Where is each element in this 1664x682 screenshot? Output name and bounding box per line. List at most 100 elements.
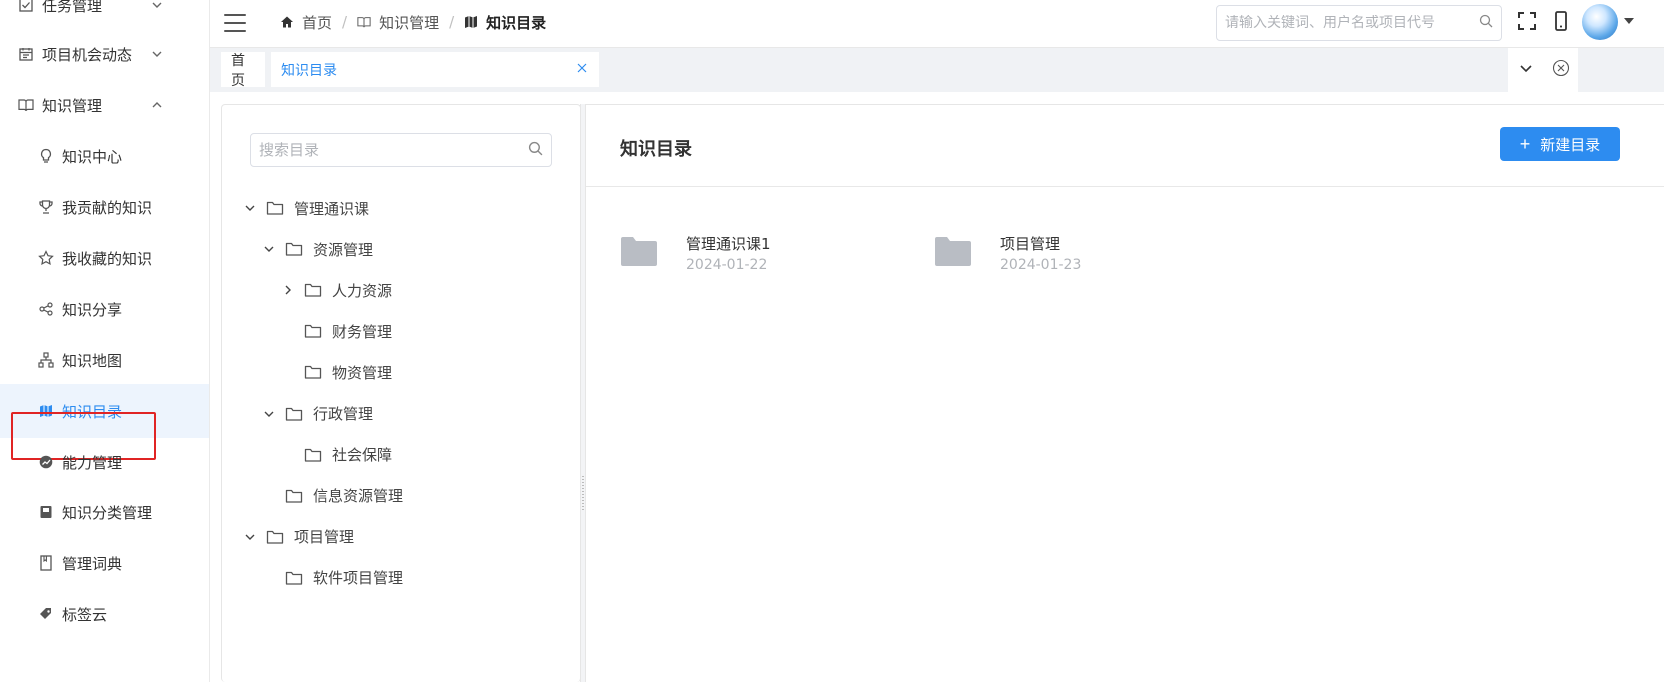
- breadcrumb-knowledge-management[interactable]: 知识管理: [357, 12, 439, 33]
- sidebar-item-my-favorites[interactable]: 我收藏的知识: [0, 231, 209, 285]
- tree-node-label: 人力资源: [332, 281, 393, 300]
- close-icon[interactable]: [575, 61, 589, 75]
- folder-icon: [285, 406, 303, 422]
- tree-node[interactable]: 财务管理: [282, 317, 392, 345]
- tree-node[interactable]: 人力资源: [282, 276, 392, 304]
- folder-icon: [304, 282, 322, 298]
- tree-node-label: 资源管理: [313, 240, 374, 259]
- search-icon[interactable]: [528, 141, 543, 160]
- dictionary-icon: [38, 555, 54, 571]
- breadcrumb-current: 知识目录: [464, 12, 546, 33]
- folder-icon: [620, 235, 658, 267]
- top-header: 首页 / 知识管理 / 知识目录: [210, 0, 1664, 48]
- checkbox-icon: [18, 0, 34, 13]
- directory-card[interactable]: 项目管理 2024-01-23: [934, 223, 1254, 279]
- global-search-input[interactable]: [1225, 15, 1479, 31]
- sidebar-item-label: 任务管理: [42, 0, 103, 15]
- breadcrumb: 首页 / 知识管理 / 知识目录: [280, 0, 546, 44]
- directory-date: 2024-01-23: [1000, 257, 1082, 273]
- trophy-icon: [38, 199, 54, 215]
- close-all-tabs-button[interactable]: [1544, 48, 1578, 92]
- sidebar-item-category-management[interactable]: 知识分类管理: [0, 485, 209, 539]
- sidebar-item-label: 项目机会动态: [42, 45, 133, 64]
- breadcrumb-home[interactable]: 首页: [280, 12, 332, 33]
- chevron-down-icon[interactable]: [263, 408, 275, 420]
- sidebar-item-label: 标签云: [62, 605, 108, 624]
- tree-node-label: 管理通识课: [294, 199, 370, 218]
- tree-node[interactable]: 资源管理: [263, 235, 373, 263]
- sidebar-item-label: 知识目录: [62, 402, 123, 421]
- sidebar-item-knowledge-share[interactable]: 知识分享: [0, 282, 209, 336]
- tree-search: [250, 133, 552, 167]
- folder-icon: [285, 241, 303, 257]
- folder-icon: [934, 235, 972, 267]
- avatar[interactable]: [1582, 4, 1618, 40]
- breadcrumb-separator: /: [342, 13, 348, 31]
- tree-node[interactable]: 项目管理: [244, 523, 354, 551]
- folder-icon: [285, 488, 303, 504]
- caret-down-icon[interactable]: [1624, 18, 1634, 24]
- home-icon: [280, 15, 294, 29]
- sidebar-item-tag-cloud[interactable]: 标签云: [0, 587, 209, 641]
- chevron-down-icon: [150, 47, 164, 61]
- directory-name: 项目管理: [1000, 235, 1061, 253]
- sidebar-item-my-contributions[interactable]: 我贡献的知识: [0, 180, 209, 234]
- page-title: 知识目录: [620, 139, 692, 160]
- search-icon[interactable]: [1479, 14, 1493, 32]
- sitemap-icon: [38, 352, 54, 368]
- sidebar-item-knowledge-management[interactable]: 知识管理: [0, 78, 209, 132]
- sidebar-item-label: 能力管理: [62, 453, 123, 472]
- tabs-bar: 首页 知识目录: [210, 48, 1664, 92]
- lightbulb-icon: [38, 148, 54, 164]
- folder-icon: [304, 323, 322, 339]
- tab-knowledge-catalog[interactable]: 知识目录: [271, 52, 599, 87]
- share-icon: [38, 301, 54, 317]
- sidebar-item-capability-management[interactable]: 能力管理: [0, 435, 209, 489]
- chevron-up-icon: [150, 98, 164, 112]
- sidebar-item-label: 知识分类管理: [62, 503, 153, 522]
- sidebar-item-knowledge-center[interactable]: 知识中心: [0, 129, 209, 183]
- chevron-right-icon[interactable]: [282, 284, 294, 296]
- tree-node[interactable]: 管理通识课: [244, 194, 369, 222]
- folder-icon: [266, 200, 284, 216]
- fullscreen-icon[interactable]: [1516, 10, 1538, 32]
- tree-node-label: 行政管理: [313, 405, 374, 423]
- tab-home[interactable]: 首页: [221, 52, 265, 89]
- chevron-down-icon[interactable]: [244, 531, 256, 543]
- folder-icon: [285, 570, 303, 586]
- global-search: [1216, 5, 1502, 41]
- tree-node[interactable]: 信息资源管理: [263, 482, 403, 510]
- sidebar-item-label: 我收藏的知识: [62, 249, 153, 268]
- menu-toggle-icon[interactable]: [224, 12, 248, 34]
- content-header: 知识目录 + 新建目录: [586, 105, 1664, 187]
- directory-card[interactable]: 管理通识课1 2024-01-22: [620, 223, 940, 279]
- sidebar-item-label: 知识管理: [42, 96, 103, 115]
- map-icon: [38, 403, 54, 419]
- tree-node[interactable]: 软件项目管理: [263, 564, 403, 592]
- sidebar-item-project-opportunity[interactable]: 项目机会动态: [0, 27, 209, 81]
- tabs-dropdown-button[interactable]: [1508, 48, 1544, 92]
- plus-icon: +: [1519, 134, 1531, 154]
- tag-icon: [38, 606, 54, 622]
- sidebar-item-label: 管理词典: [62, 554, 123, 573]
- tree-node[interactable]: 社会保障: [282, 441, 392, 469]
- tree-node[interactable]: 行政管理: [263, 400, 373, 428]
- sidebar-item-management-dictionary[interactable]: 管理词典: [0, 536, 209, 590]
- sidebar: 任务管理 项目机会动态 知识管理 知识中心 我贡献的知识 我收藏的知识 知识分享…: [0, 0, 210, 682]
- folder-icon: [304, 364, 322, 380]
- chevron-down-icon[interactable]: [263, 243, 275, 255]
- tree-node-label: 物资管理: [332, 363, 393, 382]
- new-directory-button[interactable]: + 新建目录: [1500, 127, 1620, 161]
- star-icon: [38, 250, 54, 266]
- close-circle-icon: [1552, 59, 1570, 81]
- tree-search-input[interactable]: [259, 141, 528, 159]
- tree-node-label: 财务管理: [332, 322, 393, 341]
- tree-node[interactable]: 物资管理: [282, 358, 392, 386]
- sidebar-item-label: 知识分享: [62, 300, 123, 319]
- sidebar-item-knowledge-map[interactable]: 知识地图: [0, 333, 209, 387]
- chevron-down-icon: [1519, 61, 1533, 79]
- mobile-icon[interactable]: [1550, 10, 1572, 32]
- sidebar-item-knowledge-catalog[interactable]: 知识目录: [0, 384, 209, 438]
- chevron-down-icon[interactable]: [244, 202, 256, 214]
- folder-icon: [304, 447, 322, 463]
